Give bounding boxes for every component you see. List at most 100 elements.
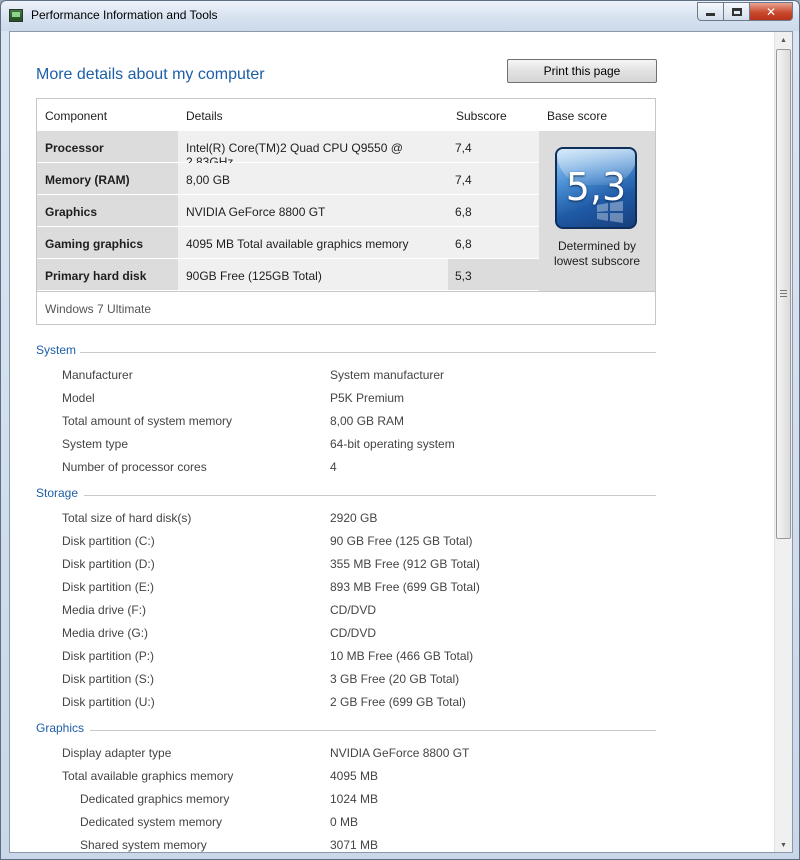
thumb-grip-icon (780, 290, 787, 297)
scroll-down-icon: ▼ (780, 842, 787, 849)
property-row: Disk partition (S:) 3 GB Free (20 GB Tota… (10, 672, 770, 692)
component-subscore: 7,4 (448, 131, 539, 162)
base-score-explanation: Determined by lowest subscore (539, 239, 655, 269)
property-value: 0 MB (330, 815, 359, 829)
property-label: Disk partition (S:) (62, 672, 155, 686)
component-details: 90GB Free (125GB Total) (178, 259, 448, 290)
property-row: Manufacturer System manufacturer (10, 368, 770, 388)
component-name: Gaming graphics (37, 227, 178, 258)
score-table: Component Details Subscore Base score Pr… (36, 98, 656, 325)
header-details: Details (186, 109, 223, 123)
maximize-icon (731, 7, 742, 16)
performance-app-icon (9, 9, 23, 22)
property-label: Total available graphics memory (62, 769, 234, 783)
property-label: Disk partition (E:) (62, 580, 155, 594)
print-page-button[interactable]: Print this page (507, 59, 657, 83)
property-label: Dedicated system memory (80, 815, 223, 829)
property-value: NVIDIA GeForce 8800 GT (330, 746, 470, 760)
property-label: System type (62, 437, 129, 451)
property-row: Model P5K Premium (10, 391, 770, 411)
base-score-panel: 5,3 Determined by lowest subscore (539, 131, 655, 291)
windows-logo-icon (597, 201, 623, 223)
score-row-primary-hard-disk: Primary hard disk 90GB Free (125GB Total… (37, 259, 539, 291)
details-page: More details about my computer Print thi… (10, 32, 774, 852)
property-row: Display adapter type NVIDIA GeForce 8800 … (10, 746, 770, 766)
property-value: 893 MB Free (699 GB Total) (330, 580, 480, 594)
property-label: Shared system memory (80, 838, 207, 852)
component-name: Memory (RAM) (37, 163, 178, 194)
property-label: Dedicated graphics memory (80, 792, 230, 806)
component-subscore: 7,4 (448, 163, 539, 194)
component-subscore: 5,3 (448, 259, 539, 290)
property-row: System type 64-bit operating system (10, 437, 770, 457)
property-label: Model (62, 391, 95, 405)
property-row: Disk partition (E:) 893 MB Free (699 GB T… (10, 580, 770, 600)
component-details: Intel(R) Core(TM)2 Quad CPU Q9550 @ 2.83… (178, 131, 448, 169)
score-row-memory: Memory (RAM) 8,00 GB 7,4 (37, 163, 539, 195)
property-value: CD/DVD (330, 603, 377, 617)
property-value: 355 MB Free (912 GB Total) (330, 557, 480, 571)
base-score-note-line2: lowest subscore (553, 254, 641, 268)
property-value: 1024 MB (330, 792, 379, 806)
section-title-storage: Storage (36, 486, 79, 500)
property-value: 3 GB Free (20 GB Total) (330, 672, 460, 686)
property-value: 2 GB Free (699 GB Total) (330, 695, 466, 709)
window-title: Performance Information and Tools (31, 8, 218, 22)
title-bar[interactable]: Performance Information and Tools ✕ (1, 1, 799, 31)
score-row-processor: Processor Intel(R) Core(TM)2 Quad CPU Q9… (37, 131, 539, 169)
header-base-score: Base score (547, 109, 608, 123)
section-divider (80, 352, 656, 353)
close-button[interactable]: ✕ (749, 2, 793, 21)
property-row: Dedicated system memory 0 MB (10, 815, 770, 835)
property-value: 2920 GB (330, 511, 378, 525)
property-value: 90 GB Free (125 GB Total) (330, 534, 473, 548)
property-label: Disk partition (U:) (62, 695, 155, 709)
property-row: Disk partition (P:) 10 MB Free (466 GB To… (10, 649, 770, 669)
property-row: Disk partition (D:) 355 MB Free (912 GB T… (10, 557, 770, 577)
property-value: 4095 MB (330, 769, 379, 783)
component-name: Processor (37, 131, 178, 162)
property-label: Number of processor cores (62, 460, 207, 474)
property-row: Disk partition (U:) 2 GB Free (699 GB Tot… (10, 695, 770, 715)
scroll-up-icon: ▲ (780, 37, 787, 44)
section-title-system: System (36, 343, 77, 357)
property-value: P5K Premium (330, 391, 405, 405)
component-details: 4095 MB Total available graphics memory (178, 227, 448, 258)
window: Performance Information and Tools ✕ More… (0, 0, 800, 860)
scroll-up-button[interactable]: ▲ (775, 32, 792, 49)
property-label: Display adapter type (62, 746, 172, 760)
score-row-graphics: Graphics NVIDIA GeForce 8800 GT 6,8 (37, 195, 539, 227)
property-label: Total amount of system memory (62, 414, 233, 428)
base-score-note-line1: Determined by (557, 239, 637, 253)
property-row: Total size of hard disk(s) 2920 GB (10, 511, 770, 531)
property-row: Media drive (G:) CD/DVD (10, 626, 770, 646)
property-row: Number of processor cores 4 (10, 460, 770, 480)
component-subscore: 6,8 (448, 195, 539, 226)
property-row: Dedicated graphics memory 1024 MB (10, 792, 770, 812)
score-table-header: Component Details Subscore Base score (37, 99, 655, 131)
property-row: Total amount of system memory 8,00 GB RAM (10, 414, 770, 434)
client-area: More details about my computer Print thi… (9, 31, 793, 853)
section-divider (90, 730, 656, 731)
property-row: Shared system memory 3071 MB (10, 838, 770, 852)
scroll-down-button[interactable]: ▼ (775, 837, 792, 852)
property-label: Disk partition (D:) (62, 557, 155, 571)
property-value: 10 MB Free (466 GB Total) (330, 649, 474, 663)
scrollbar-thumb[interactable] (776, 49, 791, 539)
vertical-scrollbar[interactable]: ▲ ▼ (774, 32, 792, 852)
maximize-button[interactable] (723, 2, 750, 21)
minimize-button[interactable] (697, 2, 724, 21)
header-component: Component (45, 109, 108, 123)
component-name: Graphics (37, 195, 178, 226)
property-label: Disk partition (P:) (62, 649, 155, 663)
component-subscore: 6,8 (448, 227, 539, 258)
property-value: 8,00 GB RAM (330, 414, 405, 428)
page-title: More details about my computer (36, 66, 265, 83)
property-value: CD/DVD (330, 626, 377, 640)
caption-buttons: ✕ (697, 2, 793, 21)
component-details: NVIDIA GeForce 8800 GT (178, 195, 448, 226)
property-value: 3071 MB (330, 838, 379, 852)
minimize-icon (706, 13, 715, 16)
property-value: System manufacturer (330, 368, 445, 382)
property-label: Total size of hard disk(s) (62, 511, 192, 525)
